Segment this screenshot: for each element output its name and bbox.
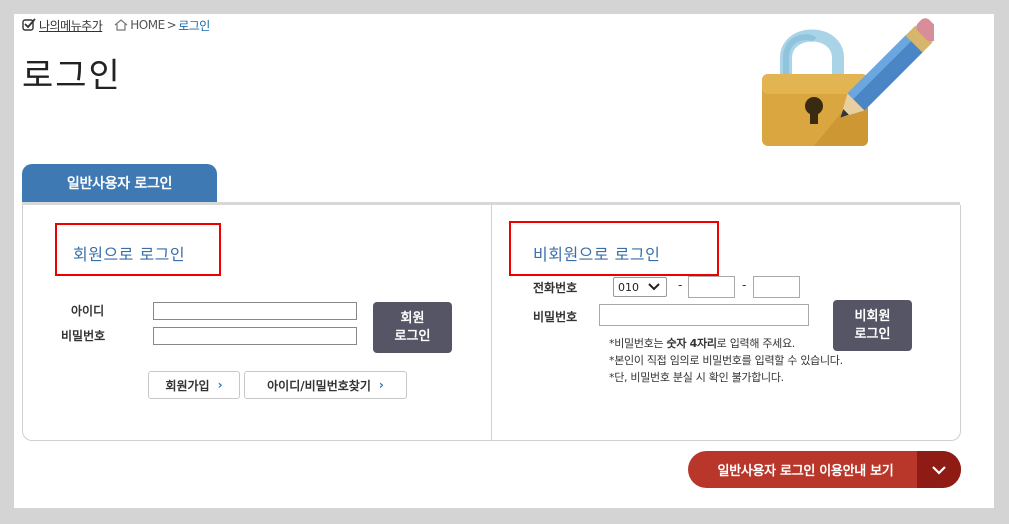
- chevron-down-icon: [648, 283, 660, 291]
- home-icon: [114, 19, 128, 31]
- phone-prefix-value: 010: [618, 280, 639, 294]
- signup-label: 회원가입: [165, 378, 210, 393]
- find-id-password-label: 아이디/비밀번호찾기: [267, 378, 371, 393]
- topbar: 나의메뉴추가 HOME > 로그인: [22, 16, 210, 34]
- login-panel: 회원으로 로그인 아이디 비밀번호 회원 로그인 회원가입 › 아이디/비밀번호…: [22, 205, 961, 441]
- login-guide-label: 일반사용자 로그인 이용안내 보기: [717, 464, 894, 479]
- nonmember-login-button-line2: 로그인: [854, 326, 891, 342]
- find-id-password-button[interactable]: 아이디/비밀번호찾기 ›: [244, 371, 407, 399]
- lock-pencil-illustration: [762, 18, 934, 146]
- login-guide-button[interactable]: 일반사용자 로그인 이용안내 보기: [688, 451, 961, 488]
- phone-middle-input[interactable]: [688, 276, 735, 298]
- breadcrumb-current: 로그인: [178, 18, 210, 33]
- phone-last-input[interactable]: [753, 276, 800, 298]
- nonmember-phone-label: 전화번호: [533, 281, 578, 295]
- chevron-down-icon: [917, 451, 961, 488]
- member-login-title: 회원으로 로그인: [73, 245, 186, 264]
- nonmember-login-title: 비회원으로 로그인: [533, 245, 661, 264]
- nonmember-password-label: 비밀번호: [533, 310, 578, 324]
- add-my-menu-label: 나의메뉴추가: [39, 18, 103, 33]
- chevron-right-icon: ›: [217, 378, 223, 392]
- member-login-button-line1: 회원: [400, 310, 425, 326]
- panel-divider: [491, 205, 492, 440]
- nonmember-login-button[interactable]: 비회원 로그인: [833, 300, 912, 351]
- checkmark-icon: [22, 18, 36, 31]
- member-login-button[interactable]: 회원 로그인: [373, 302, 452, 353]
- note-2: *본인이 직접 임의로 비밀번호를 입력할 수 있습니다.: [609, 354, 843, 367]
- member-password-label: 비밀번호: [61, 329, 106, 343]
- phone-prefix-select[interactable]: 010: [613, 277, 667, 297]
- member-id-label: 아이디: [71, 304, 105, 318]
- member-id-input[interactable]: [153, 302, 357, 320]
- page-title: 로그인: [22, 56, 122, 96]
- nonmember-login-button-line1: 비회원: [854, 308, 891, 324]
- breadcrumb-separator: >: [166, 18, 177, 32]
- chevron-right-icon: ›: [378, 378, 384, 392]
- note-1: *비밀번호는 숫자 4자리로 입력해 주세요.: [609, 337, 796, 350]
- page-frame: 나의메뉴추가 HOME > 로그인 로그인 일반사용자 로그인 회원으로 로그인…: [14, 14, 994, 508]
- breadcrumb: HOME > 로그인: [114, 17, 210, 34]
- member-login-button-line2: 로그인: [394, 328, 431, 344]
- phone-dash-2: -: [742, 278, 747, 292]
- tab-general-user-login[interactable]: 일반사용자 로그인: [22, 164, 217, 202]
- note-3: *단, 비밀번호 분실 시 확인 불가합니다.: [609, 371, 784, 384]
- nonmember-notes: *비밀번호는 숫자 4자리로 입력해 주세요. *본인이 직접 임의로 비밀번호…: [609, 335, 843, 386]
- nonmember-password-input[interactable]: [599, 304, 809, 326]
- member-password-input[interactable]: [153, 327, 357, 345]
- phone-dash-1: -: [678, 278, 683, 292]
- signup-button[interactable]: 회원가입 ›: [148, 371, 240, 399]
- breadcrumb-home[interactable]: HOME: [130, 18, 165, 32]
- add-my-menu-link[interactable]: 나의메뉴추가: [22, 17, 103, 34]
